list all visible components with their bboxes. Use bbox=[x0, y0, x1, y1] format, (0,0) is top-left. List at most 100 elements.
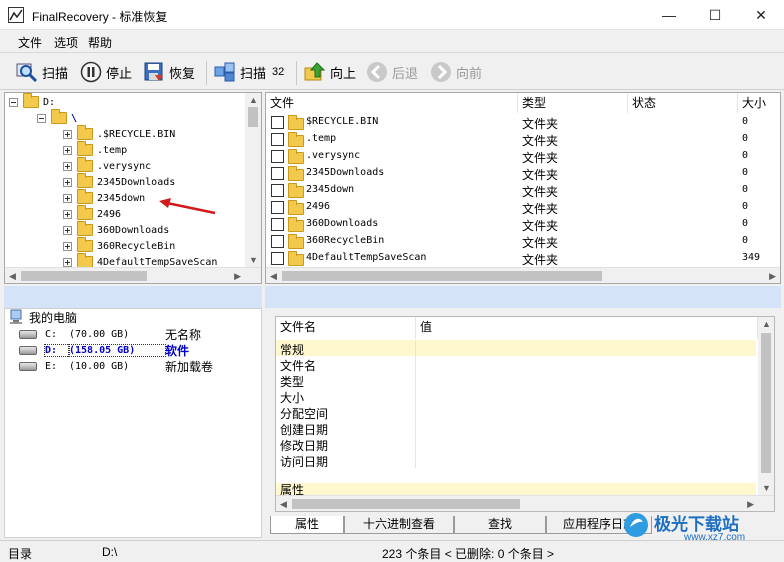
file-list[interactable]: 文件 类型 状态 大小 $RECYCLE.BIN 文件夹 0 .temp 文件夹 0 .ve… bbox=[265, 92, 781, 284]
tree-folder-node[interactable]: 2345down bbox=[63, 189, 145, 206]
tab-properties[interactable]: 属性 bbox=[270, 516, 344, 534]
toolbar-separator bbox=[296, 61, 297, 85]
file-checkbox[interactable] bbox=[271, 218, 284, 231]
file-row[interactable]: 2345Downloads 文件夹 0 bbox=[266, 165, 780, 182]
file-row[interactable]: $RECYCLE.BIN 文件夹 0 bbox=[266, 114, 780, 131]
drive-list[interactable]: 我的电脑 C: (70.00 GB) 无名称 D: (158.05 GB) 软件 E: (10… bbox=[4, 308, 262, 538]
folder-icon bbox=[288, 234, 304, 249]
property-row[interactable]: 常规 bbox=[276, 340, 756, 357]
file-checkbox[interactable] bbox=[271, 150, 284, 163]
menu-file[interactable]: 文件 bbox=[18, 34, 42, 51]
tree-folder-node[interactable]: 360RecycleBin bbox=[63, 237, 175, 254]
prop-col-value[interactable]: 值 bbox=[416, 317, 758, 339]
property-divider bbox=[415, 420, 416, 436]
expand-icon[interactable] bbox=[63, 193, 72, 203]
file-checkbox[interactable] bbox=[271, 116, 284, 129]
collapse-icon[interactable] bbox=[9, 97, 18, 107]
folder-icon bbox=[288, 115, 304, 130]
drive-size: (70.00 GB) bbox=[69, 328, 130, 340]
my-computer-node[interactable]: 我的电脑 bbox=[9, 309, 77, 325]
tree-folder-node[interactable]: .temp bbox=[63, 141, 127, 158]
scan32-button[interactable]: 扫描 32 bbox=[214, 58, 284, 86]
save-disk-icon bbox=[143, 61, 165, 83]
up-button[interactable]: 向上 bbox=[304, 58, 356, 86]
property-row[interactable]: 类型 bbox=[276, 372, 756, 389]
menu-options[interactable]: 选项 bbox=[54, 34, 78, 51]
tree-folder-node[interactable]: .$RECYCLE.BIN bbox=[63, 125, 175, 142]
property-divider bbox=[415, 388, 416, 404]
file-checkbox[interactable] bbox=[271, 167, 284, 180]
property-row[interactable]: 文件名 bbox=[276, 356, 756, 373]
file-row[interactable]: .verysync 文件夹 0 bbox=[266, 148, 780, 165]
file-checkbox[interactable] bbox=[271, 133, 284, 146]
file-checkbox[interactable] bbox=[271, 252, 284, 265]
expand-icon[interactable] bbox=[63, 161, 72, 171]
expand-icon[interactable] bbox=[63, 257, 72, 267]
file-row[interactable]: 360RecycleBin 文件夹 0 bbox=[266, 233, 780, 250]
file-row[interactable]: 360Downloads 文件夹 0 bbox=[266, 216, 780, 233]
tree-folder-node[interactable]: .verysync bbox=[63, 157, 151, 174]
property-row[interactable]: 分配空间 bbox=[276, 404, 756, 421]
filelist-hscroll[interactable]: ◀ ▶ bbox=[266, 267, 780, 283]
prop-col-name[interactable]: 文件名 bbox=[276, 317, 416, 339]
col-header-status[interactable]: 状态 bbox=[628, 93, 738, 113]
tree-root-node[interactable]: \ bbox=[37, 109, 77, 126]
stop-button[interactable]: 停止 bbox=[80, 58, 132, 86]
file-size: 0 bbox=[742, 167, 749, 178]
expand-icon[interactable] bbox=[63, 209, 72, 219]
toolbar: 扫描 停止 恢复 扫描 32 向上 后退 向前 bbox=[0, 52, 784, 90]
folder-tree[interactable]: D: \ .$RECYCLE.BIN .temp .verysync 2345Down… bbox=[4, 92, 262, 284]
file-checkbox[interactable] bbox=[271, 235, 284, 248]
expand-icon[interactable] bbox=[63, 145, 72, 155]
property-divider bbox=[415, 452, 416, 468]
minimize-button[interactable]: — bbox=[646, 0, 692, 30]
drive-item[interactable]: D: (158.05 GB) 软件 bbox=[19, 342, 189, 358]
col-header-file[interactable]: 文件 bbox=[266, 93, 518, 113]
scan-button[interactable]: 扫描 bbox=[16, 58, 68, 86]
folder-up-icon bbox=[304, 61, 326, 83]
property-row[interactable]: 大小 bbox=[276, 388, 756, 405]
drive-item[interactable]: C: (70.00 GB) 无名称 bbox=[19, 326, 201, 342]
magnifier-icon bbox=[16, 61, 38, 83]
back-button[interactable]: 后退 bbox=[366, 58, 418, 86]
folder-icon bbox=[288, 132, 304, 147]
expand-icon[interactable] bbox=[63, 225, 72, 235]
drive-label: 软件 bbox=[165, 343, 190, 358]
col-header-type[interactable]: 类型 bbox=[518, 93, 628, 113]
tree-folder-node[interactable]: 2345Downloads bbox=[63, 173, 175, 190]
tree-hscroll[interactable]: ◀ ▶ bbox=[5, 267, 261, 283]
expand-icon[interactable] bbox=[63, 241, 72, 251]
file-row[interactable]: 2345down 文件夹 0 bbox=[266, 182, 780, 199]
drive-item[interactable]: E: (10.00 GB) 新加载卷 bbox=[19, 358, 213, 374]
file-row[interactable]: .temp 文件夹 0 bbox=[266, 131, 780, 148]
close-button[interactable]: ✕ bbox=[738, 0, 784, 30]
drive-size: (158.05 GB) bbox=[68, 343, 166, 357]
folder-icon bbox=[77, 157, 93, 172]
tab-hex-view[interactable]: 十六进制查看 bbox=[344, 516, 454, 534]
prop-vscroll[interactable]: ▲ ▼ bbox=[758, 317, 774, 495]
tree-folder-node[interactable]: 360Downloads bbox=[63, 221, 169, 238]
file-row[interactable]: 2496 文件夹 0 bbox=[266, 199, 780, 216]
tab-find[interactable]: 查找 bbox=[454, 516, 546, 534]
menu-help[interactable]: 帮助 bbox=[88, 34, 112, 51]
computer-icon bbox=[10, 309, 22, 324]
tree-drive-node[interactable]: D: bbox=[9, 93, 55, 110]
restore-button[interactable]: 恢复 bbox=[143, 58, 195, 86]
forward-button[interactable]: 向前 bbox=[430, 58, 482, 86]
maximize-button[interactable]: ☐ bbox=[692, 0, 738, 30]
tree-folder-node[interactable]: 2496 bbox=[63, 205, 121, 222]
file-name: .verysync bbox=[306, 150, 361, 161]
file-row[interactable]: 4DefaultTempSaveScan 文件夹 349 bbox=[266, 250, 780, 267]
tree-vscroll[interactable]: ▲ ▼ bbox=[245, 93, 261, 267]
file-checkbox[interactable] bbox=[271, 201, 284, 214]
watermark-logo bbox=[624, 513, 648, 537]
property-row[interactable]: 创建日期 bbox=[276, 420, 756, 437]
expand-icon[interactable] bbox=[63, 129, 72, 139]
expand-icon[interactable] bbox=[63, 177, 72, 187]
property-row[interactable]: 修改日期 bbox=[276, 436, 756, 453]
col-header-size[interactable]: 大小 bbox=[738, 93, 780, 113]
file-checkbox[interactable] bbox=[271, 184, 284, 197]
collapse-icon[interactable] bbox=[37, 113, 46, 123]
properties-panel[interactable]: 文件名 值 常规 文件名 类型 大小 分配空间 创建日期 修改日期 访问日期 属性 ▲ ▼ ◀… bbox=[275, 316, 775, 512]
property-row[interactable]: 访问日期 bbox=[276, 452, 756, 469]
